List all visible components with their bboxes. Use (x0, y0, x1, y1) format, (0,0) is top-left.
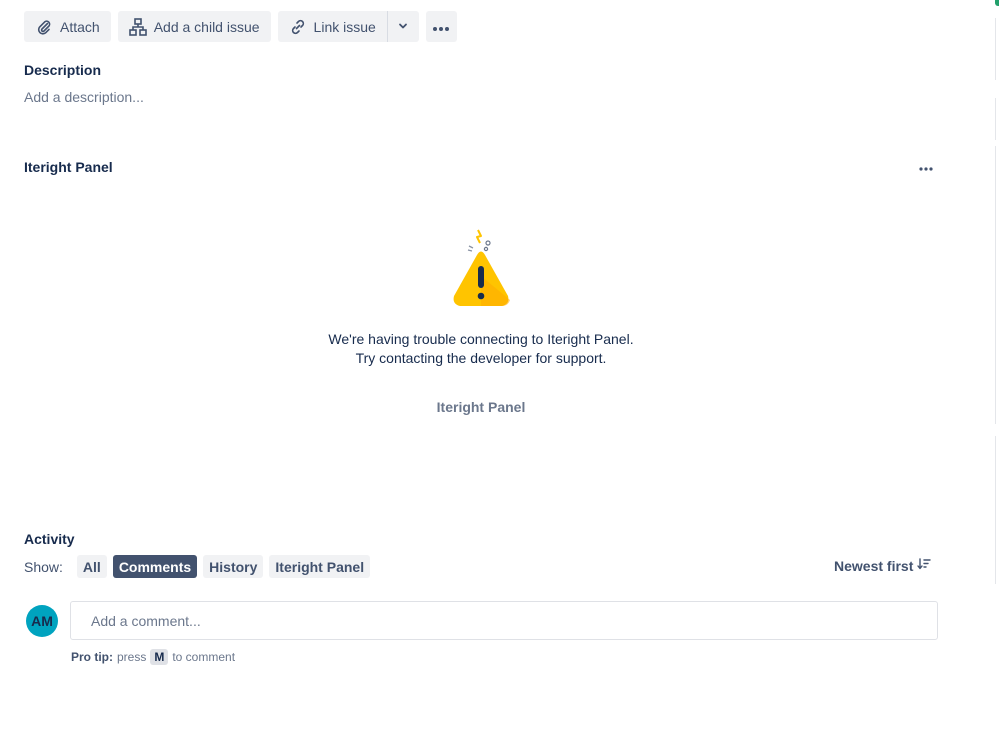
sidebar-edge (995, 0, 999, 739)
link-issue-split-button: Link issue (277, 11, 419, 42)
show-label: Show: (24, 558, 63, 575)
filter-history[interactable]: History (203, 555, 264, 578)
attach-label: Attach (60, 18, 100, 35)
edge-divider (995, 146, 996, 424)
activity-heading: Activity (24, 531, 75, 547)
keyboard-shortcut-key: M (150, 649, 169, 665)
status-dot (995, 0, 999, 6)
link-icon (288, 17, 308, 37)
add-child-issue-label: Add a child issue (153, 18, 260, 35)
edge-divider (995, 436, 996, 584)
panel-heading: Iteright Panel (24, 159, 113, 175)
filter-all[interactable]: All (76, 555, 107, 578)
comment-input[interactable]: Add a comment... (70, 601, 938, 640)
edge-divider (995, 98, 996, 140)
avatar[interactable]: AM (26, 605, 58, 637)
protip-press: press (117, 650, 147, 664)
error-app-name: Iteright Panel (436, 399, 526, 415)
hierarchy-icon (128, 17, 148, 37)
description-placeholder[interactable]: Add a description... (24, 89, 144, 105)
more-icon (432, 19, 450, 35)
more-actions-button[interactable] (425, 11, 457, 42)
panel-more-button[interactable] (914, 157, 938, 177)
chevron-down-icon (397, 19, 409, 35)
sort-button[interactable]: Newest first (834, 557, 932, 574)
error-message: We're having trouble connecting to Iteri… (328, 331, 634, 366)
issue-toolbar: Attach Add a child issue Link issue (24, 11, 457, 42)
activity-filter-row: Show: All Comments History Iteright Pane… (24, 555, 371, 578)
warning-icon (450, 228, 512, 313)
paperclip-icon (34, 17, 54, 37)
protip-suffix: to comment (172, 650, 236, 664)
pro-tip: Pro tip: press M to comment (71, 649, 235, 665)
link-issue-button[interactable]: Link issue (277, 11, 387, 42)
add-child-issue-button[interactable]: Add a child issue (117, 11, 271, 42)
sort-descending-icon (917, 557, 932, 574)
filter-comments[interactable]: Comments (112, 555, 198, 578)
link-issue-dropdown-button[interactable] (387, 11, 419, 42)
link-issue-label: Link issue (313, 18, 376, 35)
protip-label: Pro tip: (71, 650, 113, 664)
description-heading: Description (24, 62, 102, 78)
more-icon (919, 158, 933, 176)
edge-divider (995, 18, 996, 80)
sort-label: Newest first (834, 557, 914, 574)
comment-placeholder: Add a comment... (91, 612, 201, 629)
filter-iteright-panel[interactable]: Iteright Panel (269, 555, 371, 578)
attach-button[interactable]: Attach (24, 11, 111, 42)
